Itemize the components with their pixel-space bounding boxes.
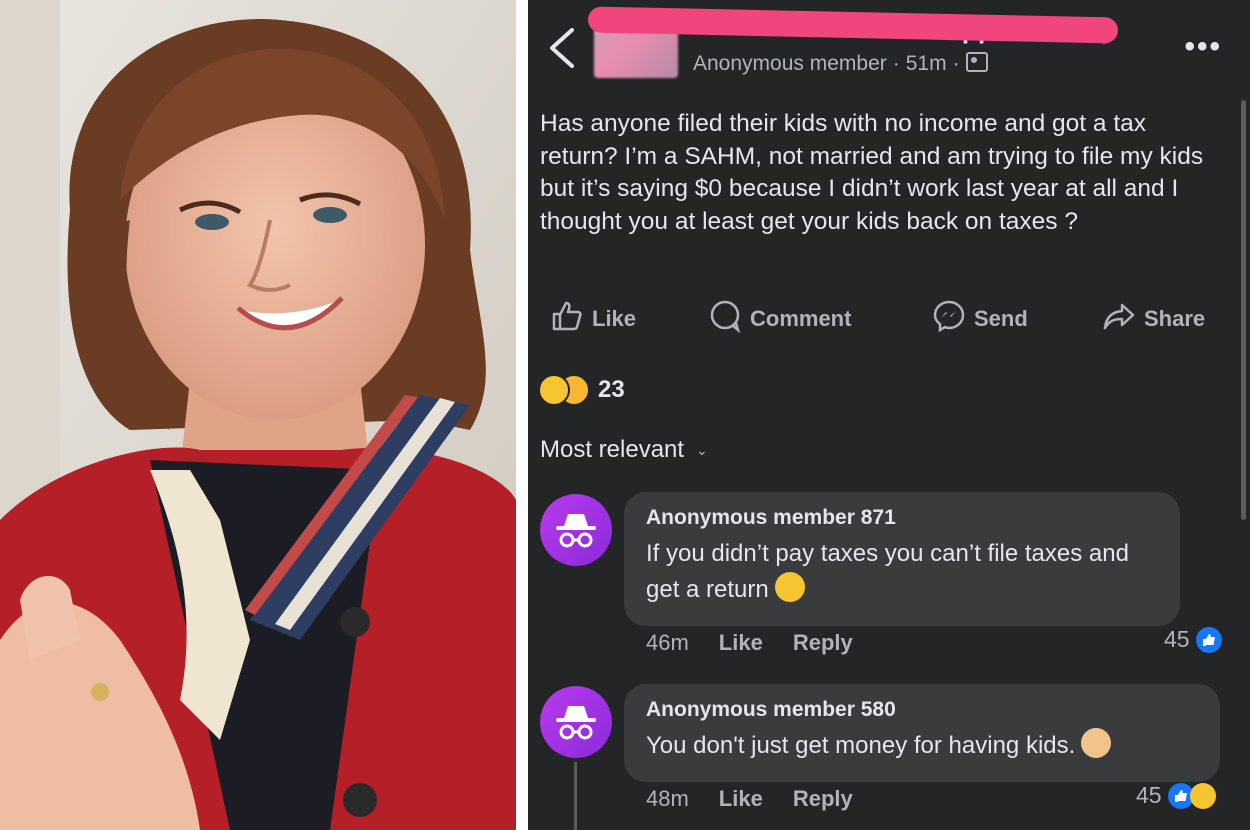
tears-of-joy-emoji — [774, 572, 805, 602]
post-header: Support Group Anonymous member·51m· ••• — [528, 0, 1250, 95]
facepalm-emoji — [1081, 728, 1112, 758]
comment-bubble: Anonymous member 580 You don't just get … — [624, 684, 1220, 782]
commenter-avatar[interactable] — [540, 494, 612, 566]
like-label: Like — [592, 306, 637, 331]
comment-reply-button[interactable]: Reply — [793, 630, 853, 656]
like-reaction-icon — [1195, 626, 1222, 653]
comment-label: Comment — [750, 306, 852, 331]
reaction-count: 23 — [598, 376, 625, 403]
comment-text: You don't just get money for having kids… — [646, 728, 1198, 764]
comment-reaction-count[interactable]: 45 — [1136, 782, 1216, 809]
share-arrow-icon — [1102, 299, 1136, 339]
woman-photo — [0, 0, 516, 830]
comment-button[interactable]: Comment — [708, 298, 851, 340]
thread-line — [574, 762, 577, 830]
back-arrow-icon[interactable] — [546, 26, 578, 70]
share-label: Share — [1144, 306, 1206, 331]
commenter-avatar[interactable] — [540, 686, 612, 758]
post-actions: Like Comment Send Share — [528, 298, 1250, 340]
comment-text: If you didn’t pay taxes you can’t file t… — [646, 540, 1129, 603]
comment-like-button[interactable]: Like — [719, 630, 763, 656]
comment-sort-dropdown[interactable]: Most relevant ⌄ — [540, 436, 708, 464]
comment-time: 48m — [646, 786, 689, 811]
laugh-reaction-icon — [538, 374, 570, 406]
laugh-reaction-icon — [1189, 782, 1216, 809]
comment-like-button[interactable]: Like — [719, 786, 763, 812]
comment-meta: 48m Like Reply — [646, 786, 853, 812]
image-divider — [516, 0, 528, 830]
comment-author[interactable]: Anonymous member 871 — [646, 506, 1158, 530]
more-options-icon[interactable]: ••• — [1184, 30, 1222, 64]
author-name[interactable]: Anonymous member — [693, 52, 887, 75]
scrollbar[interactable] — [1241, 100, 1246, 520]
comment-reply-button[interactable]: Reply — [793, 786, 853, 812]
thumbs-up-icon — [550, 299, 584, 339]
comment-reaction-count[interactable]: 45 — [1164, 626, 1222, 653]
sort-label: Most relevant — [540, 436, 685, 463]
comment-bubble: Anonymous member 871 If you didn’t pay t… — [624, 492, 1180, 626]
comment-time: 46m — [646, 630, 689, 655]
facebook-post-screen: Support Group Anonymous member·51m· ••• … — [528, 0, 1250, 830]
post-time[interactable]: 51m — [906, 52, 947, 75]
like-button[interactable]: Like — [550, 298, 636, 340]
post-meta: Anonymous member · 51m · — [693, 52, 988, 76]
comment-icon — [708, 299, 742, 339]
send-button[interactable]: Send — [932, 298, 1028, 340]
post-text: Has anyone filed their kids with no inco… — [540, 110, 1204, 235]
comment-author[interactable]: Anonymous member 580 — [646, 698, 1198, 722]
incognito-icon — [556, 706, 596, 740]
comment-meta: 46m Like Reply — [646, 630, 853, 656]
messenger-icon — [932, 299, 966, 339]
incognito-icon — [556, 514, 596, 548]
audience-icon — [965, 52, 988, 72]
reaction-summary[interactable]: 23 — [538, 374, 625, 406]
chevron-down-icon: ⌄ — [696, 441, 708, 458]
share-button[interactable]: Share — [1102, 298, 1205, 340]
send-label: Send — [974, 306, 1028, 331]
